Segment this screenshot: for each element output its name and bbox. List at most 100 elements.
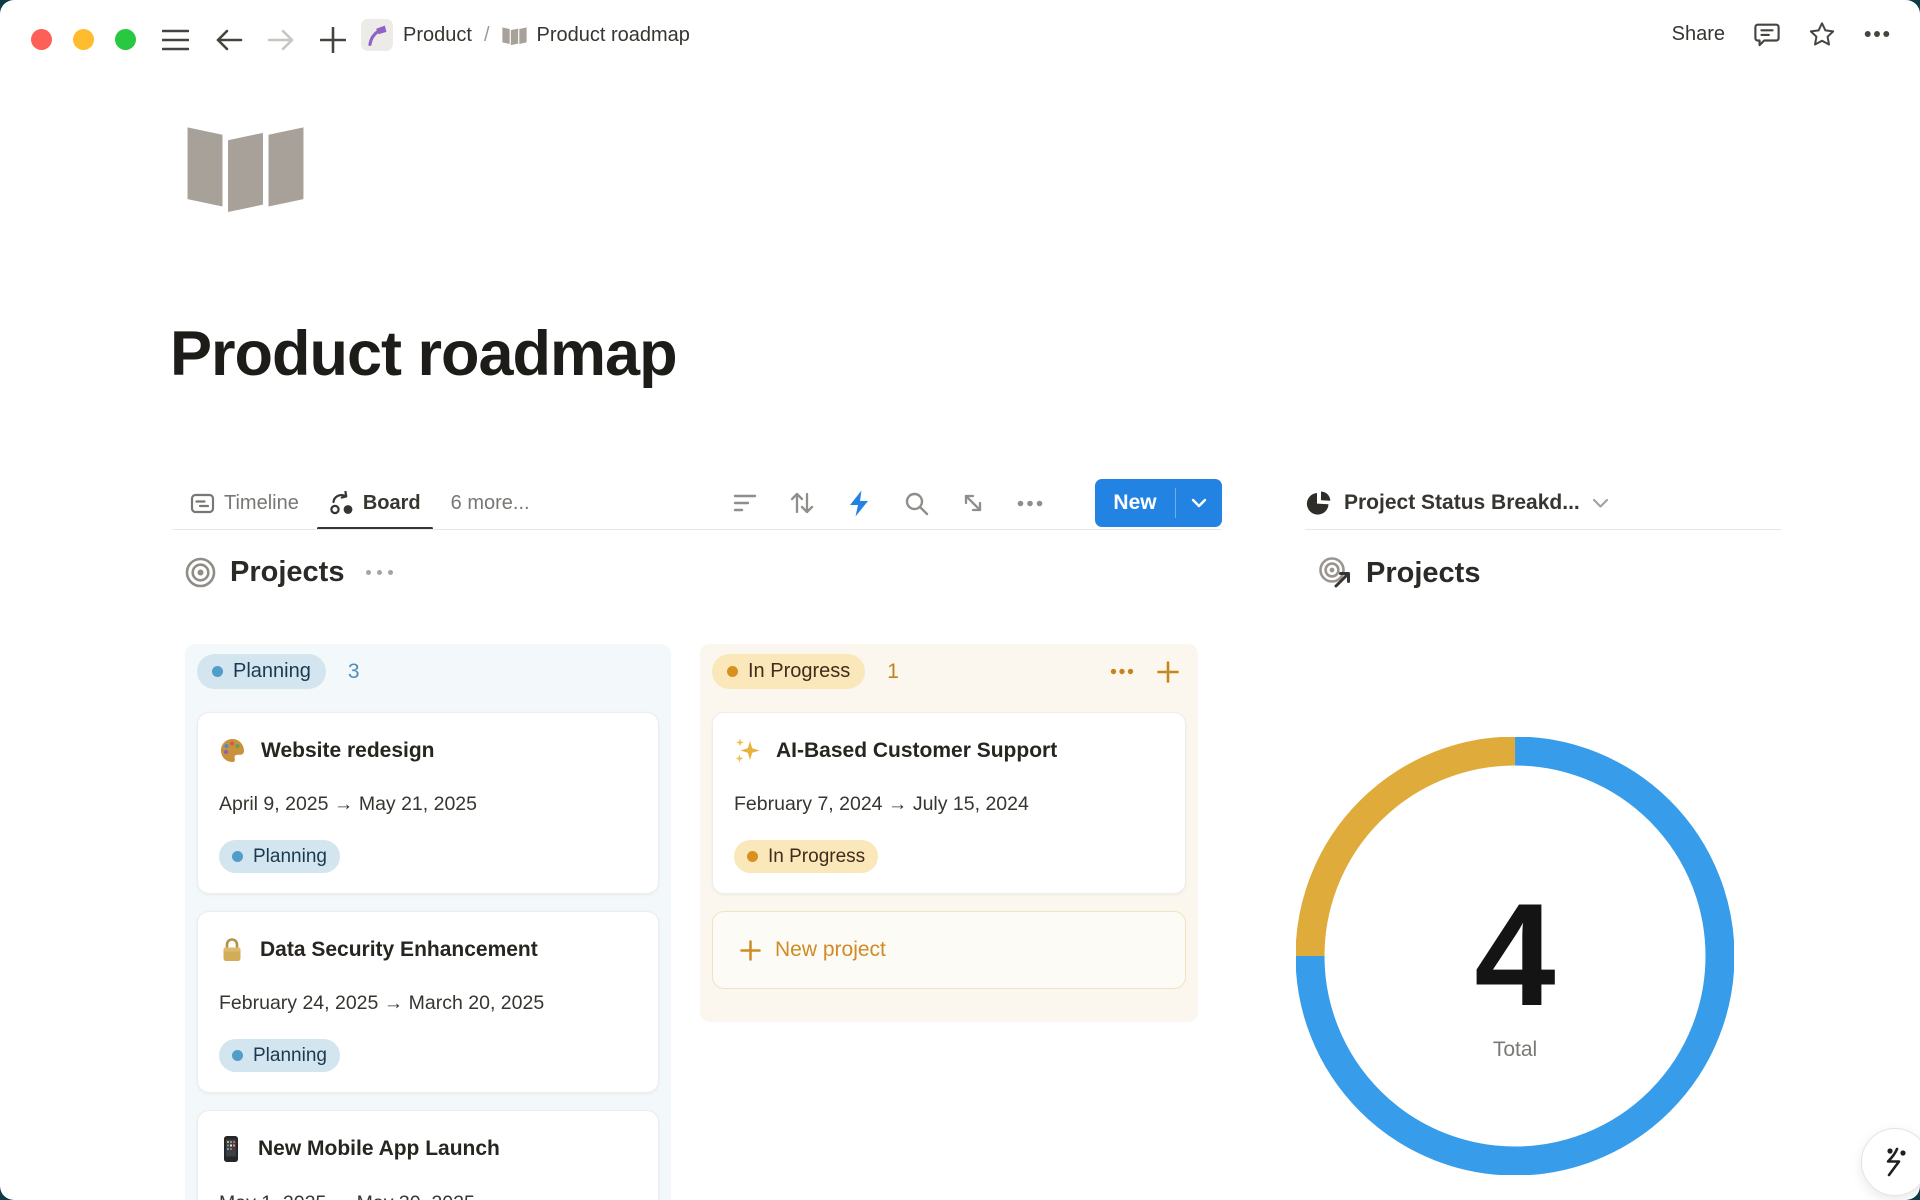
tab-more-views[interactable]: 6 more... — [451, 476, 530, 530]
lightning-icon[interactable] — [846, 490, 872, 516]
tab-timeline[interactable]: Timeline — [190, 476, 299, 530]
status-donut-chart: 4 Total — [1296, 737, 1734, 1175]
donut-center: 4 Total — [1296, 753, 1734, 1191]
status-dot — [212, 666, 223, 677]
panel-divider — [1305, 529, 1781, 530]
linked-target-icon — [1318, 556, 1352, 590]
mobile-phone-icon — [219, 1135, 243, 1163]
panel-view-label: Project Status Breakd... — [1344, 491, 1580, 515]
column-more-icon[interactable] — [1110, 660, 1134, 684]
share-button[interactable]: Share — [1672, 23, 1725, 46]
expand-icon[interactable] — [960, 490, 986, 516]
ai-assistant-button[interactable] — [1861, 1128, 1920, 1196]
card-dates: February 24, 2025 → March 20, 2025 — [219, 992, 637, 1015]
board-title: Projects — [230, 556, 344, 589]
search-icon[interactable] — [903, 490, 929, 516]
sort-icon[interactable] — [789, 490, 815, 516]
page-title[interactable]: Product roadmap — [170, 318, 677, 390]
page-icon-map[interactable] — [185, 120, 306, 212]
panel-title: Projects — [1366, 557, 1480, 590]
new-button-label: New — [1095, 491, 1175, 515]
status-label: In Progress — [748, 660, 850, 683]
tab-board-label: Board — [363, 492, 421, 515]
view-bar: Timeline Board 6 more... — [172, 476, 1222, 530]
tab-more-label: 6 more... — [451, 492, 530, 515]
top-bar: Product / Product roadmap Share — [0, 0, 1920, 66]
new-project-button[interactable]: New project — [712, 911, 1186, 989]
column-add-icon[interactable] — [1156, 660, 1180, 684]
new-tab-button[interactable] — [313, 20, 353, 60]
donut-total-label: Total — [1493, 1038, 1537, 1062]
donut-total-value: 4 — [1474, 882, 1555, 1028]
column-in-progress-header: In Progress 1 — [712, 654, 1186, 689]
map-icon — [502, 25, 527, 46]
card-title: Data Security Enhancement — [260, 938, 538, 962]
filter-icon[interactable] — [732, 490, 758, 516]
minimize-button[interactable] — [73, 29, 94, 50]
tab-timeline-label: Timeline — [224, 492, 299, 515]
card-status-pill: Planning — [219, 840, 340, 873]
zoom-button[interactable] — [115, 29, 136, 50]
breadcrumb: Product / Product roadmap — [361, 17, 690, 53]
view-tools: New — [732, 479, 1222, 527]
column-in-progress: In Progress 1 AI-Based Customer Suppor — [700, 644, 1198, 1022]
column-planning: Planning 3 Website redesign April 9, 202… — [185, 644, 671, 1200]
status-pill-planning[interactable]: Planning — [197, 654, 326, 689]
column-count: 1 — [887, 660, 899, 684]
pie-chart-icon — [1305, 490, 1332, 517]
target-icon — [185, 557, 216, 588]
hammer-dart-icon — [366, 24, 388, 46]
new-dropdown-button[interactable] — [1176, 498, 1222, 508]
favorite-star-icon[interactable] — [1809, 21, 1835, 47]
card-ai-customer-support[interactable]: AI-Based Customer Support February 7, 20… — [712, 712, 1186, 894]
breadcrumb-page-label[interactable]: Product roadmap — [537, 24, 690, 47]
chevron-down-icon — [1191, 498, 1207, 508]
more-options-icon[interactable] — [1864, 21, 1890, 47]
new-button[interactable]: New — [1095, 479, 1222, 527]
timeline-view-icon — [190, 491, 215, 516]
board-section-title: Projects — [185, 556, 393, 589]
chevron-down-icon — [1592, 498, 1609, 509]
card-website-redesign[interactable]: Website redesign April 9, 2025 → May 21,… — [197, 712, 659, 894]
status-label: Planning — [233, 660, 311, 683]
column-planning-header: Planning 3 — [197, 654, 659, 689]
card-title: AI-Based Customer Support — [776, 739, 1057, 763]
sidebar-toggle-button[interactable] — [155, 20, 195, 60]
topbar-actions: Share — [1672, 14, 1890, 54]
board-view-icon — [329, 491, 354, 516]
view-more-icon[interactable] — [1017, 490, 1043, 516]
card-mobile-app[interactable]: New Mobile App Launch May 1, 2025 → May … — [197, 1110, 659, 1200]
status-pill-in-progress[interactable]: In Progress — [712, 654, 865, 689]
breadcrumb-workspace-label[interactable]: Product — [403, 24, 472, 47]
palette-icon — [219, 737, 246, 764]
view-tabs: Timeline Board 6 more... — [172, 476, 530, 530]
card-title: Website redesign — [261, 739, 435, 763]
new-project-label: New project — [775, 938, 886, 962]
board-more-icon[interactable] — [366, 570, 393, 575]
ai-face-icon — [1877, 1143, 1913, 1181]
card-dates: May 1, 2025 → May 30, 2025 — [219, 1192, 637, 1200]
close-button[interactable] — [31, 29, 52, 50]
card-dates: April 9, 2025 → May 21, 2025 — [219, 793, 637, 816]
tab-board[interactable]: Board — [329, 476, 421, 530]
card-data-security[interactable]: Data Security Enhancement February 24, 2… — [197, 911, 659, 1093]
breadcrumb-separator: / — [482, 24, 492, 47]
lock-icon — [219, 936, 245, 963]
card-title: New Mobile App Launch — [258, 1137, 500, 1161]
forward-button[interactable] — [261, 20, 301, 60]
breadcrumb-workspace-item[interactable] — [361, 19, 393, 51]
card-dates: February 7, 2024 → July 15, 2024 — [734, 793, 1164, 816]
traffic-lights — [31, 29, 136, 50]
panel-section-title: Projects — [1318, 556, 1480, 590]
sparkles-icon — [734, 737, 761, 764]
app-window: Product / Product roadmap Share — [0, 0, 1920, 1200]
panel-view-switcher[interactable]: Project Status Breakd... — [1305, 476, 1781, 530]
column-count: 3 — [348, 660, 360, 684]
status-dot — [727, 666, 738, 677]
viewbar-divider — [172, 529, 1222, 530]
comments-icon[interactable] — [1754, 21, 1780, 47]
card-status-pill: In Progress — [734, 840, 878, 873]
back-button[interactable] — [209, 20, 249, 60]
plus-icon — [740, 940, 761, 961]
card-status-pill: Planning — [219, 1039, 340, 1072]
